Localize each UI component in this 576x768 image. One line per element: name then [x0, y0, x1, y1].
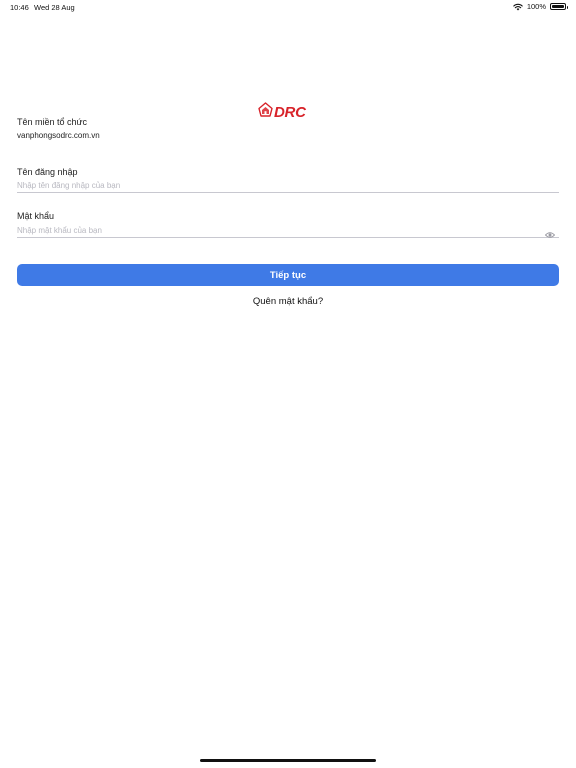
- password-input[interactable]: [17, 224, 559, 238]
- forgot-password-link[interactable]: Quên mật khẩu?: [0, 296, 576, 307]
- status-bar: 10:46 Wed 28 Aug 100%: [0, 0, 576, 14]
- password-label: Mật khẩu: [17, 211, 55, 221]
- domain-label: Tên miền tổ chức: [17, 117, 88, 127]
- username-label: Tên đăng nhập: [17, 167, 78, 177]
- eye-icon[interactable]: [544, 226, 556, 238]
- wifi-icon: [513, 3, 523, 11]
- continue-button[interactable]: Tiếp tục: [17, 264, 559, 286]
- status-indicators: 100%: [513, 2, 568, 11]
- status-date: Wed 28 Aug: [34, 3, 75, 12]
- battery-percent: 100%: [526, 2, 546, 11]
- domain-value[interactable]: vanphongsodrc.com.vn: [17, 131, 100, 140]
- username-input[interactable]: [17, 179, 559, 193]
- logo-text: DRC: [274, 103, 306, 121]
- house-emblem-icon: [258, 102, 273, 122]
- drc-logo: DRC: [258, 102, 306, 122]
- battery-icon: [550, 3, 568, 10]
- status-time: 10:46: [10, 3, 29, 12]
- home-indicator[interactable]: [200, 759, 376, 762]
